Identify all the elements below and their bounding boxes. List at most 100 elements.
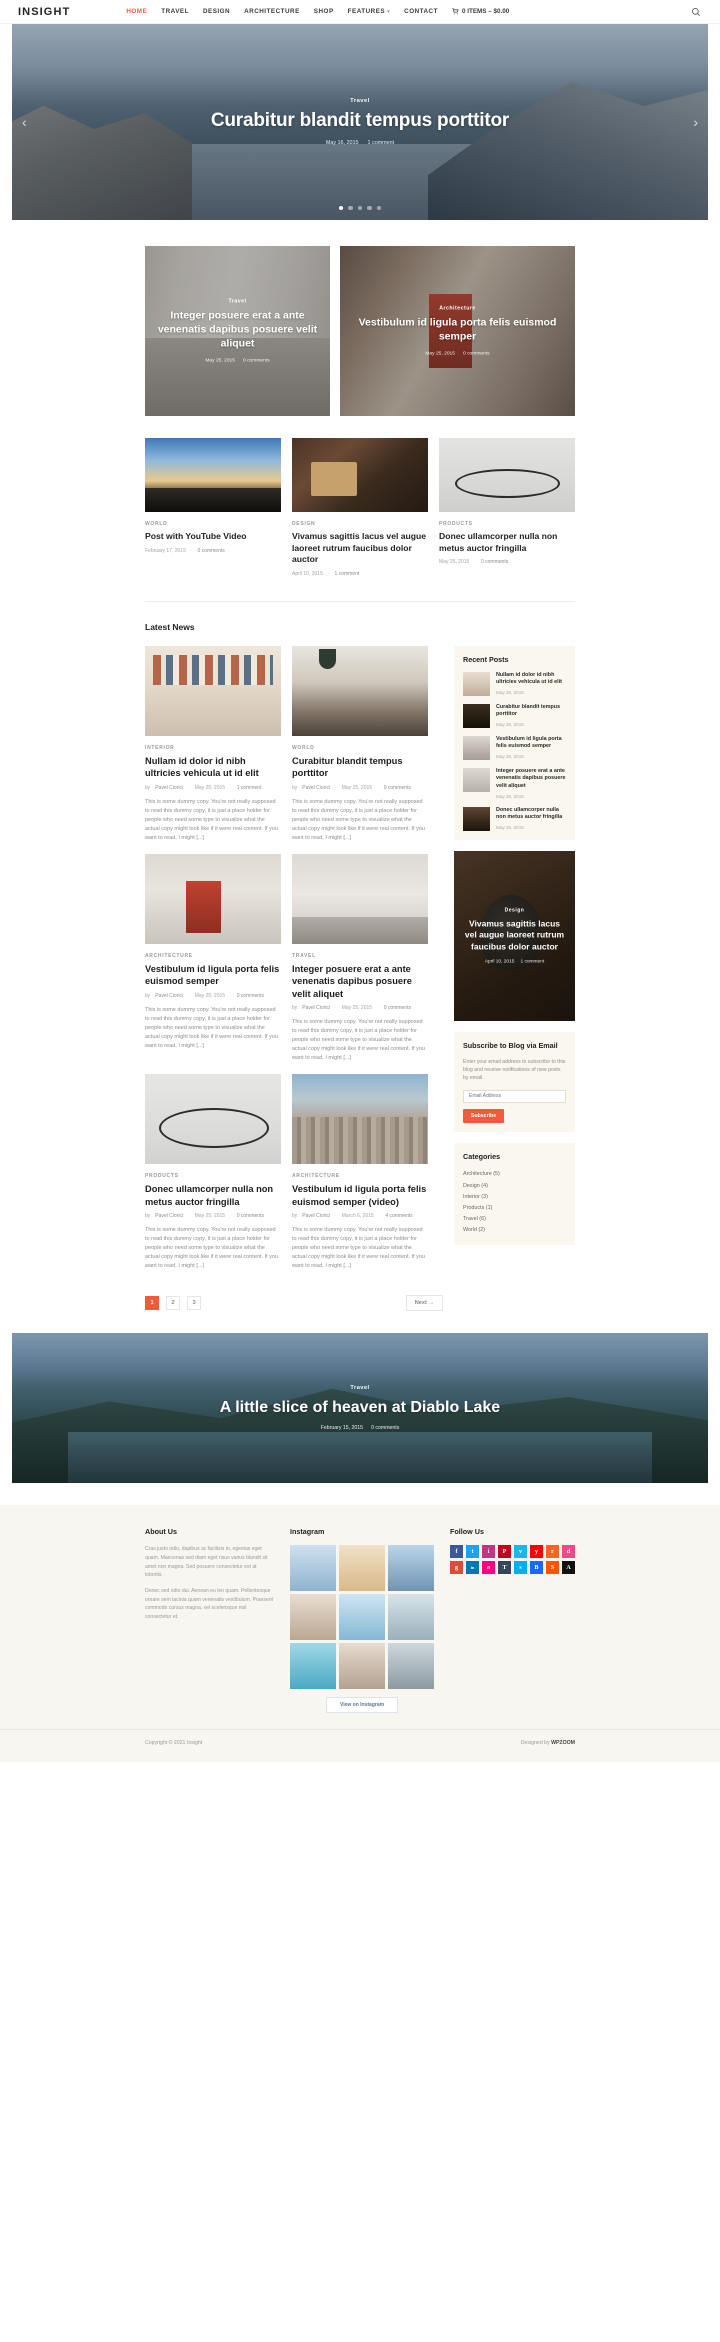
behance-icon[interactable]: B (530, 1561, 543, 1575)
grid-post-1[interactable]: WORLD Post with YouTube Video February 1… (145, 438, 281, 577)
subscribe-button[interactable]: Subscribe (463, 1108, 505, 1123)
hero-next-arrow[interactable]: › (693, 115, 698, 129)
instagram-thumb-6[interactable] (388, 1594, 434, 1641)
grid-thumb-2[interactable] (292, 438, 428, 512)
post-comments-2[interactable]: 0 comments (384, 785, 411, 791)
linkedin-icon[interactable]: in (466, 1561, 479, 1575)
post-thumb-6[interactable] (292, 1074, 428, 1165)
hero-dot-4[interactable] (367, 205, 372, 210)
post-thumb-5[interactable] (145, 1074, 281, 1165)
recent-post-title-2[interactable]: Curabitur blandit tempus porttitor (496, 704, 566, 719)
hero-category[interactable]: Travel (12, 98, 708, 104)
featured-comments-2[interactable]: 0 comments (463, 351, 490, 356)
search-button[interactable] (690, 6, 702, 18)
featured-title-2[interactable]: Vestibulum id ligula porta felis euismod… (352, 317, 563, 345)
banner-title[interactable]: A little slice of heaven at Diablo Lake (12, 1398, 708, 1417)
recent-post-item[interactable]: Vestibulum id ligula porta felis euismod… (463, 735, 566, 760)
hero-title[interactable]: Curabitur blandit tempus porttitor (12, 110, 708, 132)
facebook-icon[interactable]: f (450, 1545, 463, 1559)
email-field[interactable] (463, 1089, 566, 1103)
featured-category-2[interactable]: Architecture (352, 306, 563, 312)
category-item-world[interactable]: World (2) (463, 1225, 566, 1236)
post-title-2[interactable]: Curabitur blandit tempus porttitor (292, 755, 428, 780)
promo-card[interactable]: Design Vivamus sagittis lacus vel augue … (454, 850, 575, 1021)
flickr-icon[interactable]: fl (482, 1561, 495, 1575)
grid-title-3[interactable]: Donec ullamcorper nulla non metus auctor… (439, 531, 575, 554)
site-logo[interactable]: INSIGHT (18, 6, 70, 18)
post-comments-6[interactable]: 4 comments (385, 1213, 412, 1219)
recent-post-item[interactable]: Curabitur blandit tempus porttitor May 2… (463, 703, 566, 728)
recent-post-title-4[interactable]: Integer posuere erat a ante venenatis da… (496, 768, 566, 791)
pagination-page-3[interactable]: 3 (187, 1296, 201, 1311)
grid-thumb-3[interactable] (439, 438, 575, 512)
instagram-thumb-3[interactable] (388, 1545, 434, 1592)
grid-thumb-1[interactable] (145, 438, 281, 512)
hero-comments[interactable]: 1 comment (368, 140, 395, 146)
grid-post-3[interactable]: PRODUCTS Donec ullamcorper nulla non met… (439, 438, 575, 577)
skype-icon[interactable]: s (514, 1561, 527, 1575)
cart-link[interactable]: 0 ITEMS – $0.00 (452, 8, 509, 15)
grid-category-3[interactable]: PRODUCTS (439, 521, 575, 527)
list-item[interactable]: TRAVEL Integer posuere erat a ante venen… (292, 853, 428, 1063)
instagram-thumb-5[interactable] (339, 1594, 385, 1641)
pagination-next-button[interactable]: Next → (405, 1295, 443, 1312)
post-category-6[interactable]: ARCHITECTURE (292, 1173, 428, 1179)
instagram-thumb-8[interactable] (339, 1643, 385, 1690)
view-on-instagram-button[interactable]: View on Instagram (326, 1697, 398, 1714)
featured-comments-1[interactable]: 0 comments (243, 358, 270, 363)
category-item-products[interactable]: Products (1) (463, 1202, 566, 1213)
google-plus-icon[interactable]: g (450, 1561, 463, 1575)
designer-name[interactable]: WPZOOM (551, 1740, 575, 1746)
featured-card-1[interactable]: Travel Integer posuere erat a ante venen… (145, 246, 330, 416)
post-thumb-3[interactable] (145, 853, 281, 944)
instagram-thumb-9[interactable] (388, 1643, 434, 1690)
nav-item-travel[interactable]: TRAVEL (161, 8, 189, 15)
recent-post-title-3[interactable]: Vestibulum id ligula porta felis euismod… (496, 736, 566, 751)
post-comments-5[interactable]: 0 comments (237, 1213, 264, 1219)
pagination-page-1[interactable]: 1 (145, 1296, 159, 1311)
post-title-3[interactable]: Vestibulum id ligula porta felis euismod… (145, 963, 281, 988)
promo-title[interactable]: Vivamus sagittis lacus vel augue laoreet… (463, 918, 566, 952)
hero-dot-5[interactable] (376, 205, 382, 210)
twitter-icon[interactable]: t (466, 1545, 479, 1559)
recent-post-item[interactable]: Nullam id dolor id nibh ultricies vehicu… (463, 671, 566, 696)
apple-icon[interactable]: A (562, 1561, 575, 1575)
post-author-1[interactable]: Pavel Ciorici (155, 785, 183, 791)
banner-category[interactable]: Travel (12, 1385, 708, 1391)
recent-post-item[interactable]: Integer posuere erat a ante venenatis da… (463, 767, 566, 799)
recent-post-title-1[interactable]: Nullam id dolor id nibh ultricies vehicu… (496, 672, 566, 687)
post-comments-1[interactable]: 1 comment (237, 785, 262, 791)
grid-comments-2[interactable]: 1 comment (335, 571, 360, 577)
youtube-icon[interactable]: y (530, 1545, 543, 1559)
pinterest-icon[interactable]: P (498, 1545, 511, 1559)
nav-item-shop[interactable]: SHOP (314, 8, 334, 15)
dribbble-icon[interactable]: d (562, 1545, 575, 1559)
nav-item-features[interactable]: FEATURES ▾ (348, 8, 390, 15)
post-author-4[interactable]: Pavel Ciorici (302, 1005, 330, 1011)
category-item-architecture[interactable]: Architecture (5) (463, 1169, 566, 1180)
soundcloud-icon[interactable]: S (546, 1561, 559, 1575)
post-author-5[interactable]: Pavel Ciorici (155, 1213, 183, 1219)
list-item[interactable]: WORLD Curabitur blandit tempus porttitor… (292, 645, 428, 843)
featured-card-2[interactable]: Architecture Vestibulum id ligula porta … (340, 246, 575, 416)
instagram-thumb-7[interactable] (290, 1643, 336, 1690)
post-title-1[interactable]: Nullam id dolor id nibh ultricies vehicu… (145, 755, 281, 780)
featured-title-1[interactable]: Integer posuere erat a ante venenatis da… (157, 310, 318, 352)
post-category-3[interactable]: ARCHITECTURE (145, 953, 281, 959)
post-comments-3[interactable]: 0 comments (237, 993, 264, 999)
list-item[interactable]: ARCHITECTURE Vestibulum id ligula porta … (292, 1074, 428, 1271)
grid-title-1[interactable]: Post with YouTube Video (145, 531, 281, 543)
nav-item-contact[interactable]: CONTACT (404, 8, 438, 15)
post-title-4[interactable]: Integer posuere erat a ante venenatis da… (292, 963, 428, 1000)
grid-comments-1[interactable]: 0 comments (198, 548, 225, 554)
post-title-5[interactable]: Donec ullamcorper nulla non metus auctor… (145, 1183, 281, 1208)
instagram-thumb-2[interactable] (339, 1545, 385, 1592)
rss-icon[interactable]: r (546, 1545, 559, 1559)
vimeo-icon[interactable]: v (514, 1545, 527, 1559)
nav-item-architecture[interactable]: ARCHITECTURE (244, 8, 300, 15)
category-item-design[interactable]: Design (4) (463, 1180, 566, 1191)
grid-title-2[interactable]: Vivamus sagittis lacus vel augue laoreet… (292, 531, 428, 566)
post-author-2[interactable]: Pavel Ciorici (302, 785, 330, 791)
recent-post-title-5[interactable]: Donec ullamcorper nulla non metus auctor… (496, 807, 566, 822)
nav-item-design[interactable]: DESIGN (203, 8, 230, 15)
